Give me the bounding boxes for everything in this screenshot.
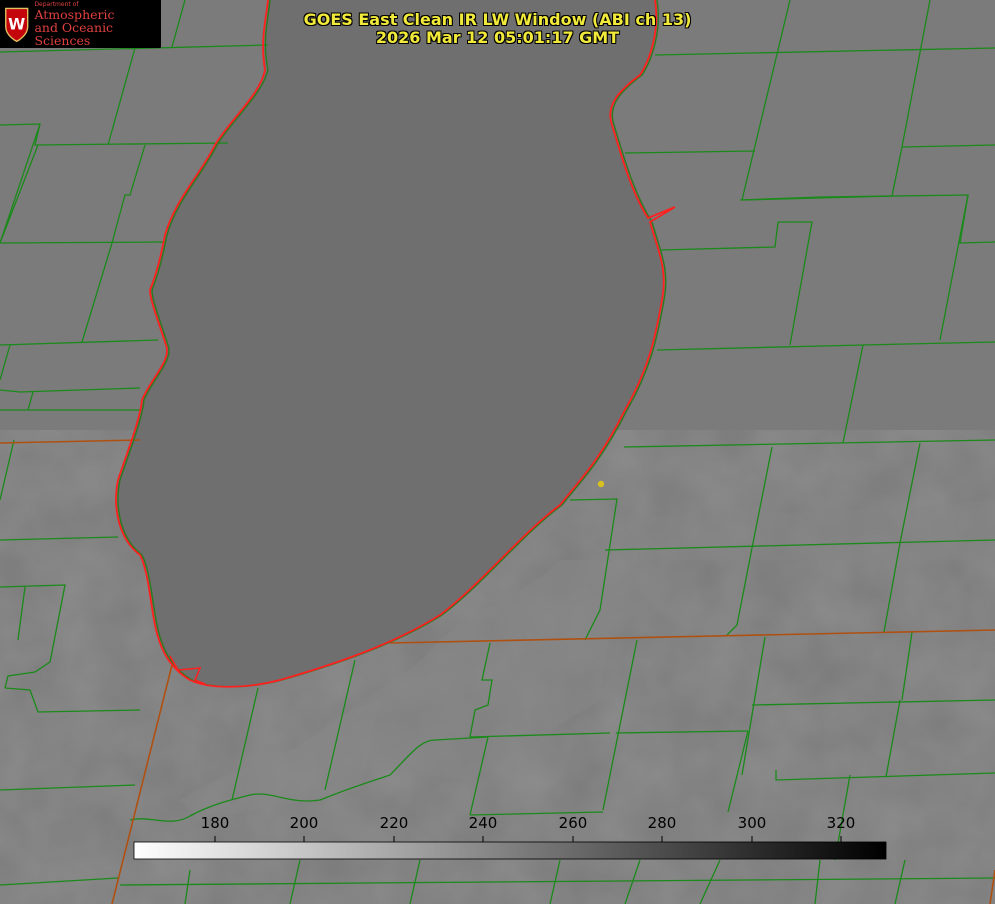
logo-text: Department of Atmospheric and Oceanic Sc…: [34, 1, 161, 47]
colorbar-tick-label: 260: [558, 814, 588, 832]
city-marker: [597, 480, 605, 488]
logo-line-2: and Oceanic Sciences: [34, 20, 114, 48]
image-title: GOES East Clean IR LW Window (ABI ch 13)…: [250, 11, 745, 47]
colorbar-tick-label: 320: [826, 814, 856, 832]
colorbar-tick-label: 240: [468, 814, 498, 832]
colorbar-tick-label: 300: [737, 814, 767, 832]
uw-crest-icon: W: [5, 7, 29, 43]
crest-letter: W: [8, 15, 25, 33]
title-line-2: 2026 Mar 12 05:01:17 GMT: [375, 28, 620, 47]
aos-logo: W Department of Atmospheric and Oceanic …: [0, 0, 161, 48]
colorbar: [133, 841, 887, 860]
colorbar-tick-label: 200: [289, 814, 319, 832]
colorbar-tick-label: 280: [647, 814, 677, 832]
satellite-map: [0, 0, 995, 904]
colorbar-tick-label: 180: [200, 814, 230, 832]
colorbar-tick-label: 220: [379, 814, 409, 832]
title-line-1: GOES East Clean IR LW Window (ABI ch 13): [303, 10, 692, 29]
